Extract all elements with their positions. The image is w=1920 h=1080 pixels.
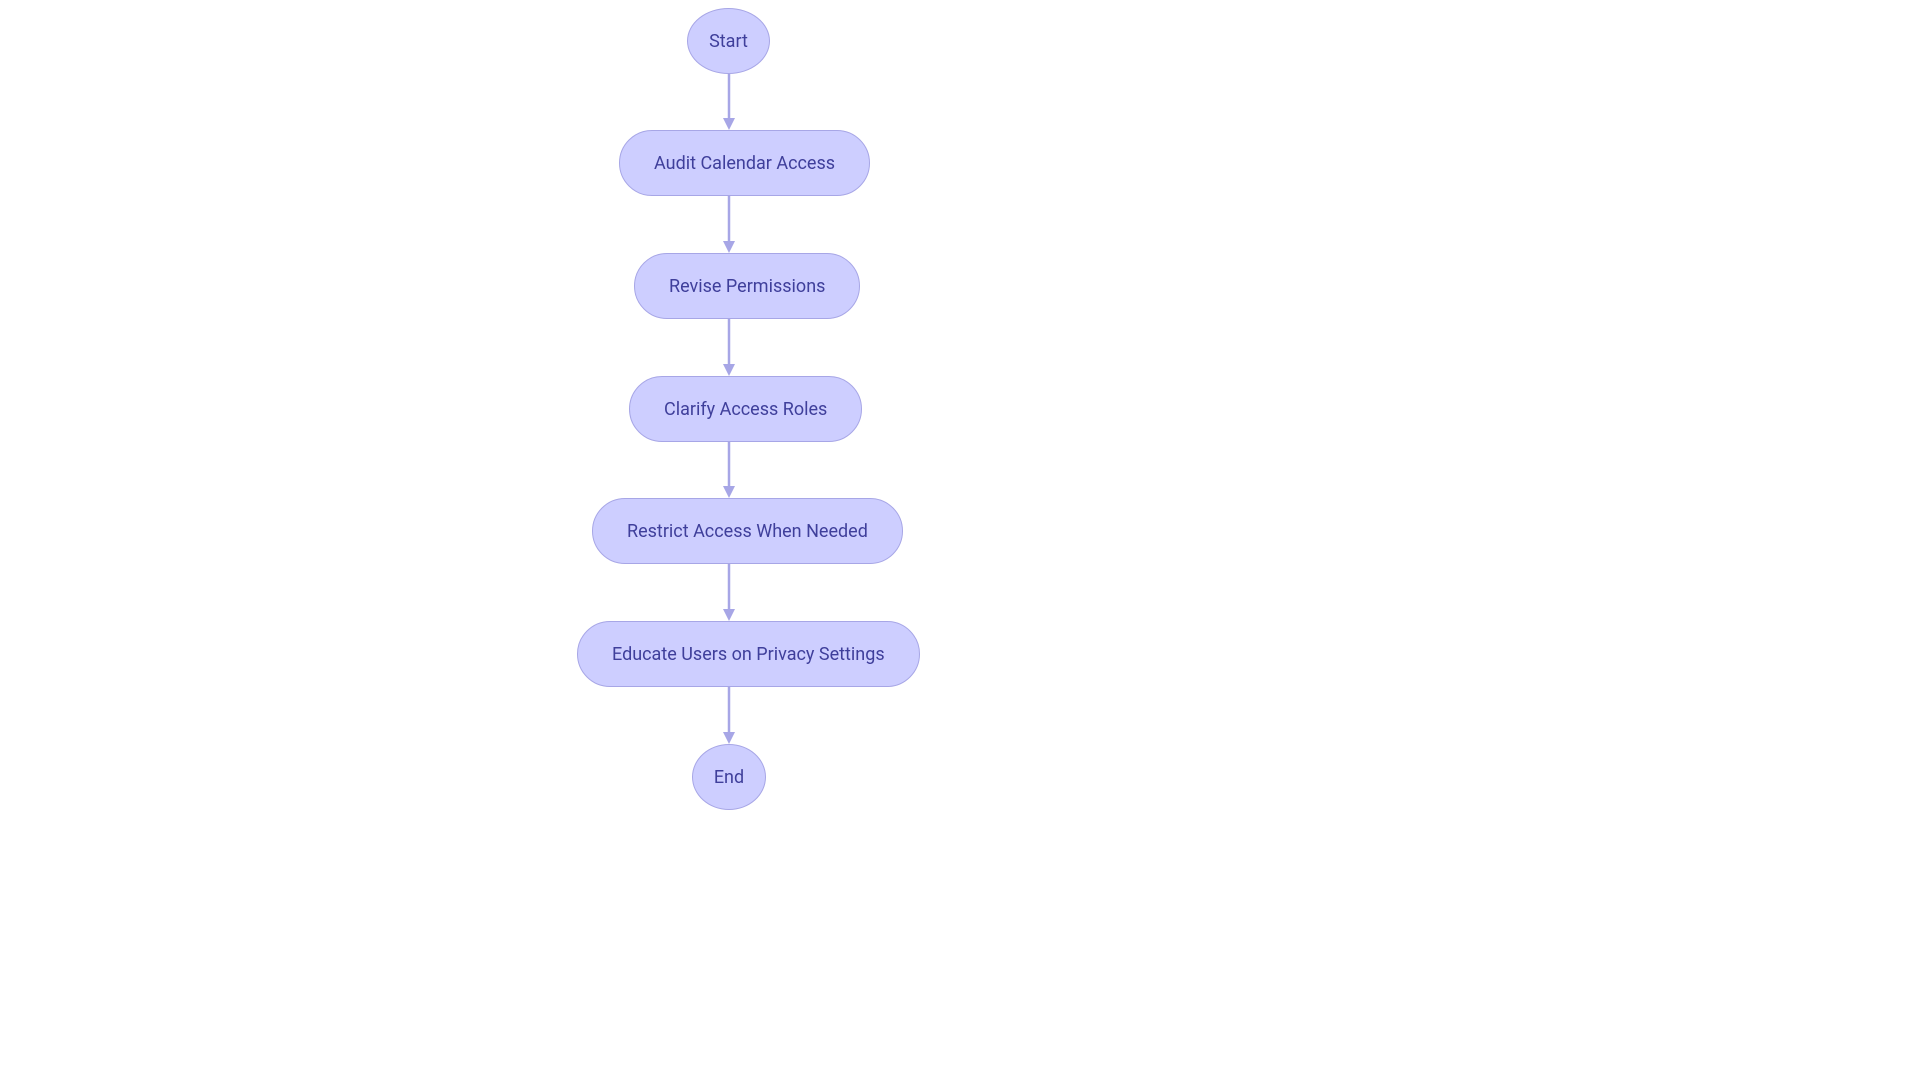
node-educate-label: Educate Users on Privacy Settings	[612, 644, 885, 665]
flowchart-canvas: Start Audit Calendar Access Revise Permi…	[0, 0, 1920, 1080]
node-start: Start	[687, 8, 770, 74]
node-educate: Educate Users on Privacy Settings	[577, 621, 920, 687]
node-clarify: Clarify Access Roles	[629, 376, 862, 442]
edge-audit-revise	[722, 196, 736, 253]
node-restrict-label: Restrict Access When Needed	[627, 521, 868, 542]
node-audit-label: Audit Calendar Access	[654, 153, 835, 174]
edge-start-audit	[722, 74, 736, 130]
edge-restrict-educate	[722, 564, 736, 621]
edge-revise-clarify	[722, 319, 736, 376]
node-start-label: Start	[709, 31, 748, 52]
edge-clarify-restrict	[722, 442, 736, 498]
edge-educate-end	[722, 687, 736, 744]
node-clarify-label: Clarify Access Roles	[664, 399, 827, 420]
node-revise: Revise Permissions	[634, 253, 860, 319]
node-revise-label: Revise Permissions	[669, 276, 825, 297]
node-end: End	[692, 744, 766, 810]
node-end-label: End	[714, 767, 744, 788]
node-restrict: Restrict Access When Needed	[592, 498, 903, 564]
node-audit: Audit Calendar Access	[619, 130, 870, 196]
